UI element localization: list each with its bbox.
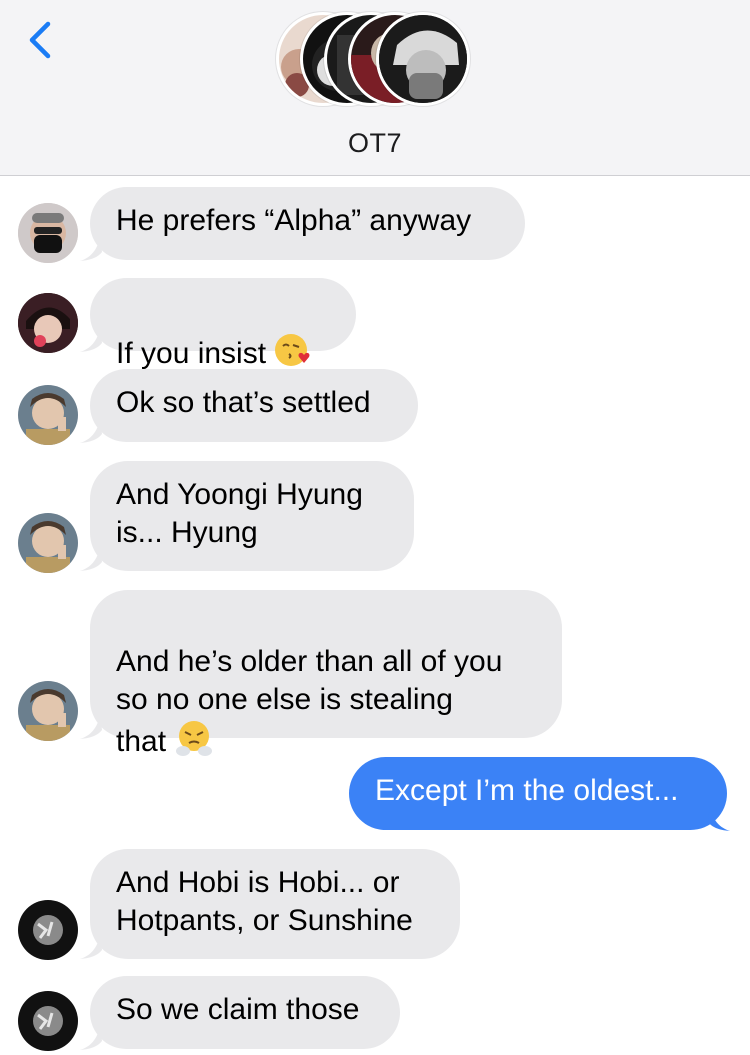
message-bubble-incoming[interactable]: And Hobi is Hobi... or Hotpants, or Suns… <box>90 849 460 959</box>
back-chevron-icon[interactable] <box>22 18 62 62</box>
sender-avatar[interactable] <box>18 681 78 741</box>
message-bubble-incoming[interactable]: He prefers “Alpha” anyway <box>90 187 525 260</box>
bubble-tail <box>80 546 102 571</box>
conversation-title[interactable]: OT7 <box>0 128 750 159</box>
sender-avatar[interactable] <box>18 991 78 1051</box>
message-bubble-incoming[interactable]: And he’s older than all of you so no one… <box>90 590 562 758</box>
bubble-tail <box>80 714 102 739</box>
bubble-tail <box>708 806 730 831</box>
face-with-steam-from-nose-icon <box>174 719 214 767</box>
conversation-header: OT7 <box>0 0 750 176</box>
message-bubble-incoming[interactable]: Ok so that’s settled <box>90 369 418 442</box>
message-bubble-incoming[interactable]: If you insist <box>90 278 356 370</box>
sender-avatar[interactable] <box>18 203 78 263</box>
bubble-tail <box>80 327 102 352</box>
sender-avatar[interactable] <box>18 513 78 573</box>
message-text: If you insist <box>116 336 267 370</box>
bubble-tail <box>80 934 102 959</box>
message-bubble-outgoing[interactable]: Except I’m the oldest... <box>349 757 727 830</box>
group-member-avatar <box>376 12 470 106</box>
group-avatar-stack[interactable] <box>276 12 476 108</box>
message-bubble-incoming[interactable]: And Yoongi Hyung is... Hyung <box>90 461 414 571</box>
bubble-tail <box>80 236 102 261</box>
sender-avatar[interactable] <box>18 293 78 353</box>
bubble-tail <box>80 418 102 443</box>
sender-avatar[interactable] <box>18 385 78 445</box>
bubble-tail <box>80 1025 102 1050</box>
message-bubble-incoming[interactable]: So we claim those <box>90 976 400 1049</box>
sender-avatar[interactable] <box>18 900 78 960</box>
